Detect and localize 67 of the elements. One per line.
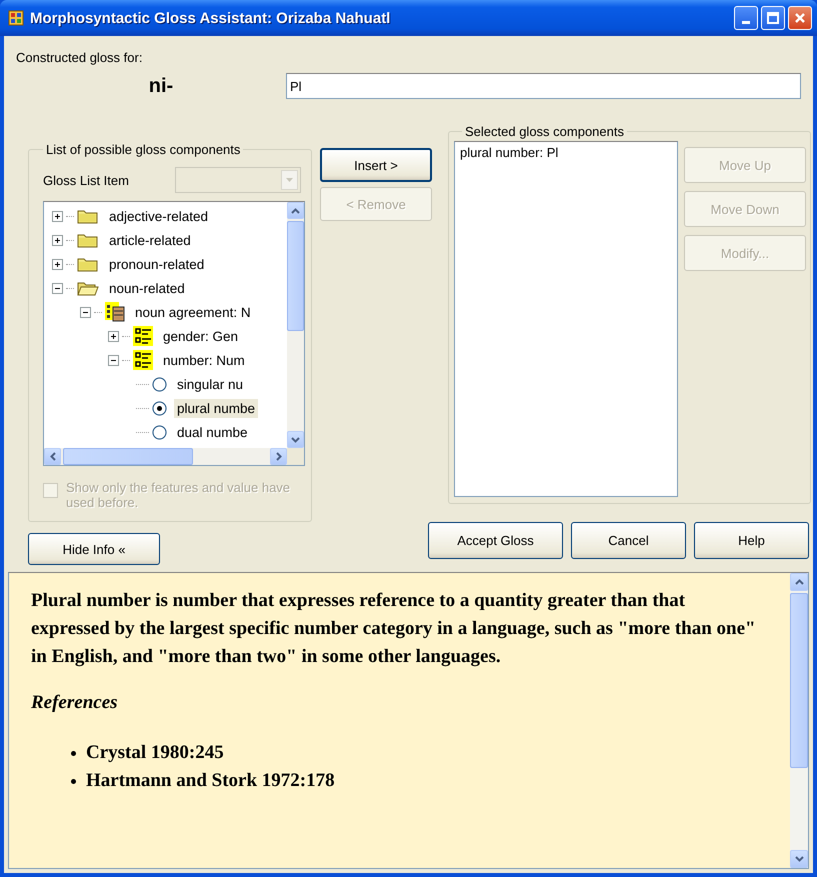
scroll-up-button[interactable] <box>287 202 304 219</box>
maximize-icon <box>767 12 779 24</box>
tree-item[interactable]: article-related <box>106 230 194 250</box>
scroll-up-button[interactable] <box>790 573 808 591</box>
gloss-input-field[interactable]: Pl <box>286 73 801 99</box>
definition-text: Plural number is number that expresses reference to a quantity greater than that expressed by the largest specific number category in a language, such as "more than one" in English, and "more than two" in some other languages. <box>31 589 757 669</box>
scrollbar-thumb[interactable] <box>63 448 193 465</box>
selected-components-title: Selected gloss components <box>464 124 625 139</box>
dialog-button[interactable]: Help <box>694 522 809 559</box>
bullet-icon <box>71 778 76 784</box>
expand-toggle[interactable] <box>108 330 119 342</box>
folder-icon <box>77 256 99 272</box>
expand-toggle[interactable] <box>52 234 63 246</box>
minimize-button[interactable] <box>734 6 758 30</box>
transfer-button[interactable]: Insert > <box>320 148 432 182</box>
references-heading: References <box>31 691 119 715</box>
collapse-toggle[interactable] <box>80 306 91 318</box>
scrollbar-thumb[interactable] <box>287 221 304 331</box>
scroll-down-button[interactable] <box>790 850 808 868</box>
scroll-right-button[interactable] <box>270 448 287 465</box>
possible-components-title: List of possible gloss components <box>45 142 242 157</box>
maximize-button[interactable] <box>761 6 785 30</box>
constructed-gloss-label: Constructed gloss for: <box>16 50 142 65</box>
gloss-list-item-label: Gloss List Item <box>43 172 129 188</box>
tree-item[interactable]: gender: Gen <box>160 326 242 346</box>
expand-toggle[interactable] <box>52 258 63 270</box>
vertical-scrollbar[interactable] <box>287 202 304 448</box>
hide-info-button[interactable]: Hide Info « <box>28 533 160 565</box>
tree-item[interactable]: noun-related <box>106 278 188 298</box>
horizontal-scrollbar[interactable] <box>44 448 287 465</box>
tree-item[interactable]: adjective-related <box>106 206 212 226</box>
list-icon <box>133 350 153 370</box>
morpheme-text: ni- <box>148 74 174 98</box>
tree-item[interactable]: plural numbe <box>174 398 258 418</box>
tree-item[interactable]: noun agreement: N <box>132 302 254 322</box>
bullet-icon <box>71 750 76 756</box>
radio-button[interactable] <box>152 424 167 440</box>
dialog-button[interactable]: Cancel <box>571 522 686 559</box>
dialog-button[interactable]: Accept Gloss <box>428 522 563 559</box>
scroll-left-button[interactable] <box>44 448 61 465</box>
grouped-list-icon <box>105 302 125 322</box>
list-item[interactable]: plural number: Pl <box>460 145 672 160</box>
vertical-scrollbar[interactable] <box>790 573 808 868</box>
radio-button[interactable] <box>152 376 167 392</box>
close-button[interactable] <box>788 6 812 30</box>
minimize-icon <box>742 20 750 24</box>
tree-item[interactable]: number: Num <box>160 350 248 370</box>
tree-item[interactable]: dual numbe <box>174 422 251 442</box>
tree-item[interactable]: pronoun-related <box>106 254 208 274</box>
collapse-toggle[interactable] <box>108 354 119 366</box>
scrollbar-corner <box>287 448 304 465</box>
reference-text: Hartmann and Stork 1972:178 <box>86 769 335 793</box>
expand-toggle[interactable] <box>52 210 63 222</box>
folder-icon <box>77 208 99 224</box>
app-icon <box>8 10 24 26</box>
filter-checkbox-label: Show only the features and value have used before. <box>66 480 292 510</box>
radio-button[interactable] <box>152 400 167 416</box>
scroll-down-button[interactable] <box>287 431 304 448</box>
scrollbar-thumb[interactable] <box>790 593 808 768</box>
folder-icon <box>77 232 99 248</box>
reference-text: Crystal 1980:245 <box>86 741 224 765</box>
collapse-toggle[interactable] <box>52 282 63 294</box>
window-title: Morphosyntactic Gloss Assistant: Orizaba Nahuatl <box>30 10 392 26</box>
list-icon <box>133 326 153 346</box>
open-folder-icon <box>77 280 99 296</box>
close-icon <box>794 12 806 24</box>
tree-item[interactable]: singular nu <box>174 374 246 394</box>
